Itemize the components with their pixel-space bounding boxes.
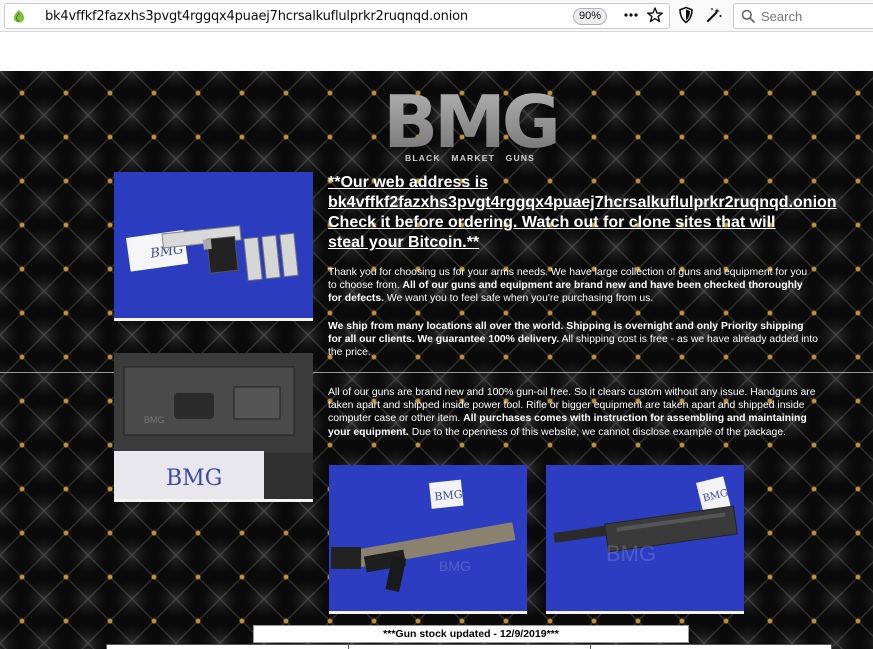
headline-line-1: **Our web address is — [328, 174, 489, 191]
headline-line-3: Check it before ordering. Watch out for … — [328, 214, 776, 231]
handgun-photo[interactable]: BMG — [114, 172, 313, 321]
table-border — [348, 645, 349, 649]
barrel-watermark: BMG — [606, 541, 656, 566]
site-address-notice[interactable]: **Our web address is bk4vffkf2fazxhs3pvg… — [328, 173, 868, 253]
product-table-header — [106, 644, 832, 649]
shipping-paragraph: We ship from many locations all over the… — [328, 320, 818, 360]
shield-icon[interactable] — [677, 6, 695, 24]
rifle-watermark: BMG — [439, 558, 471, 574]
page-viewport: BMG BLACK MARKET GUNS BMG BMG BMG BMG BM… — [0, 33, 873, 649]
intro-text-c: We want you to feel safe when you're pur… — [384, 293, 654, 305]
ellipsis-icon[interactable] — [622, 6, 640, 24]
site-logo[interactable]: BMG BLACK MARKET GUNS — [374, 80, 566, 165]
magic-wand-icon[interactable] — [705, 6, 723, 24]
stock-update-notice: ***Gun stock updated - 12/9/2019*** — [253, 625, 689, 643]
logo-text: BMG — [383, 81, 557, 164]
address-bar[interactable]: bk4vffkf2fazxhs3pvgt4rggqx4puaej7hcrsalk… — [4, 3, 670, 29]
rifle-photo[interactable]: BMG BMG — [329, 465, 527, 614]
packaging-text-c: Due to the openness of this website, we … — [408, 426, 787, 438]
zoom-badge[interactable]: 90% — [573, 8, 607, 25]
barrel-photo[interactable]: BMG BMG — [546, 465, 744, 614]
table-border — [590, 645, 591, 649]
packaging-paragraph: All of our guns are brand new and 100% g… — [328, 386, 818, 439]
table-border — [106, 645, 107, 649]
headline-line-4: steal your Bitcoin.** — [328, 234, 480, 251]
browser-toolbar: bk4vffkf2fazxhs3pvgt4rggqx4puaej7hcrsalk… — [0, 0, 873, 32]
logo-tagline: BLACK MARKET GUNS — [405, 153, 535, 163]
onion-icon[interactable] — [12, 9, 26, 23]
receiver-photo[interactable]: BMG BMG — [114, 353, 313, 502]
url-text[interactable]: bk4vffkf2fazxhs3pvgt4rggqx4puaej7hcrsalk… — [45, 9, 468, 24]
table-border — [831, 645, 832, 649]
receiver-watermark: BMG — [144, 415, 165, 425]
search-icon — [741, 9, 755, 23]
receiver-card-label: BMG — [166, 466, 222, 491]
search-box[interactable] — [733, 3, 873, 29]
star-icon[interactable] — [646, 6, 664, 24]
search-input[interactable] — [761, 8, 866, 25]
intro-paragraph: Thank you for choosing us for your arms … — [328, 266, 818, 306]
headline-onion-address: bk4vffkf2fazxhs3pvgt4rggqx4puaej7hcrsalk… — [328, 194, 837, 211]
